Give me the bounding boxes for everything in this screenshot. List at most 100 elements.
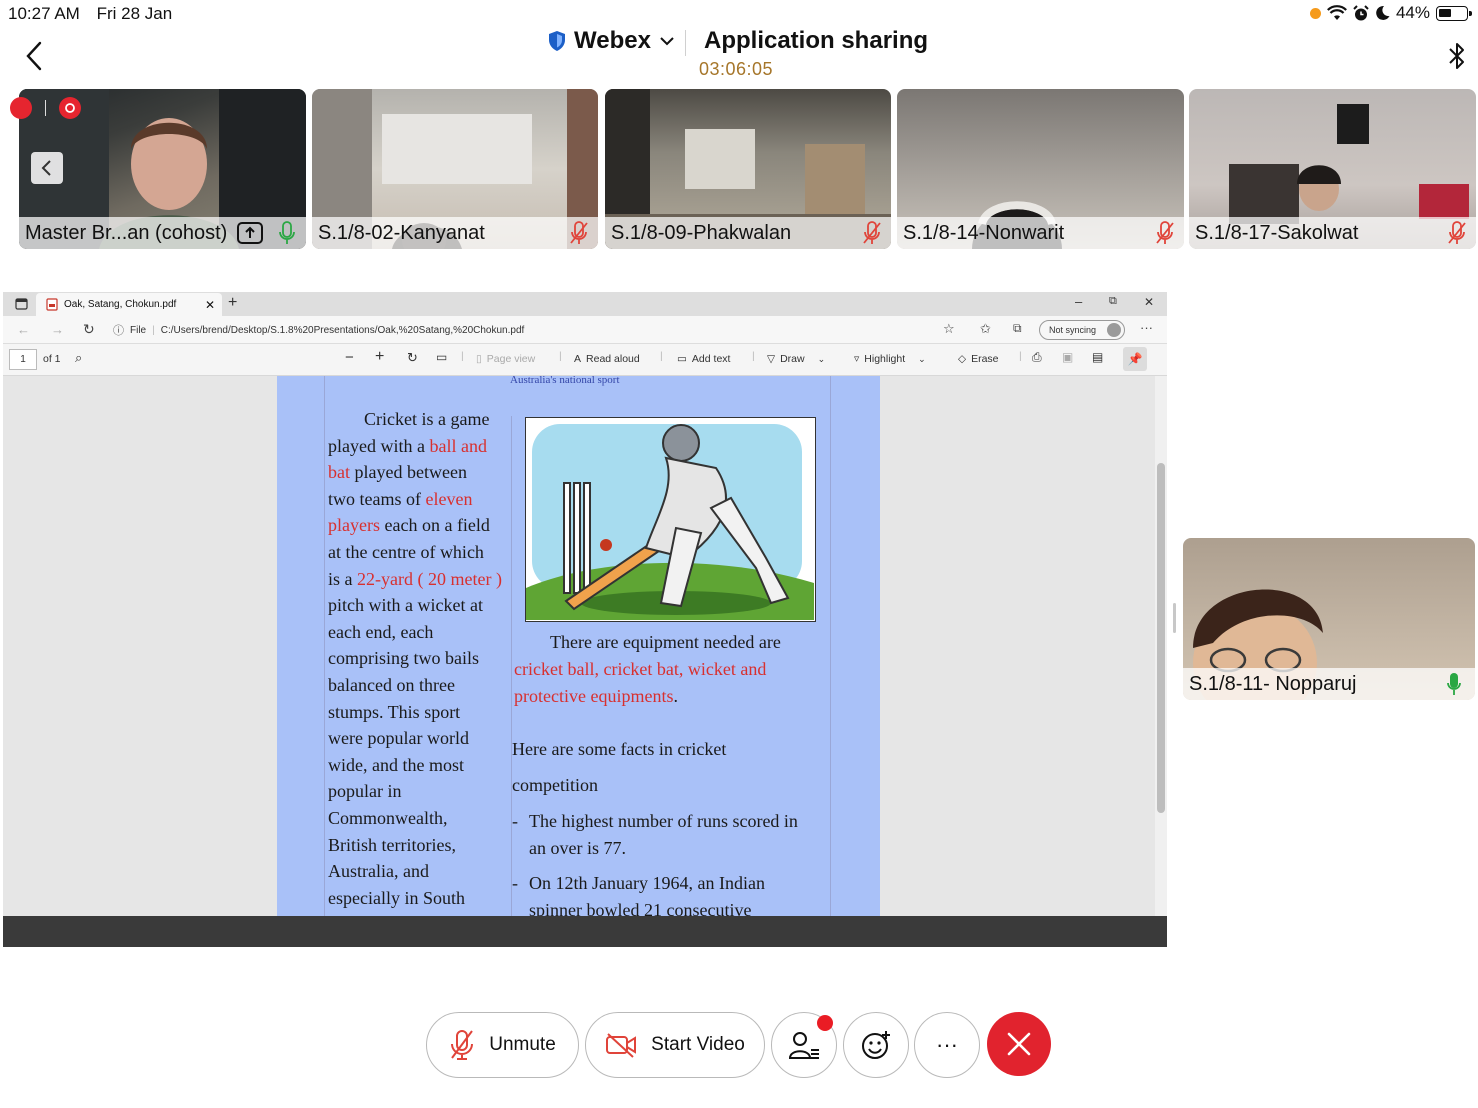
toolbar-divider: | <box>559 350 562 362</box>
indicator-divider <box>45 100 46 116</box>
profile-sync-button[interactable]: Not syncing <box>1039 320 1125 340</box>
body-text: played with a <box>328 435 430 456</box>
new-tab-icon[interactable]: + <box>228 294 237 312</box>
highlighted-term: ball and <box>429 435 487 456</box>
mic-muted-icon <box>451 1030 474 1060</box>
nav-forward-icon[interactable]: → <box>51 322 64 337</box>
equipment-list-line-2: protective equipments. <box>514 686 678 707</box>
zoom-in-icon[interactable]: + <box>375 348 384 366</box>
rotate-icon[interactable]: ↻ <box>407 350 418 366</box>
add-favorite-icon[interactable]: ☆ <box>943 321 955 337</box>
cricketer-image <box>526 424 814 620</box>
url-field[interactable]: ⓘ File | C:/Users/brend/Desktop/S.1.8%20… <box>113 319 963 341</box>
fact-1-line-1: The highest number of runs scored in <box>529 811 798 831</box>
collections-icon[interactable]: ⧉ <box>1013 321 1022 336</box>
taskbar-strip <box>3 916 1167 947</box>
mic-muted-icon <box>1156 221 1174 244</box>
meeting-timer: 03:06:05 <box>699 59 774 79</box>
eraser-icon: ◇ <box>958 353 967 365</box>
tab-close-icon[interactable]: ✕ <box>205 298 215 312</box>
participant-nameplate: S.1/8-02-Kanyanat <box>312 217 598 249</box>
minimize-icon[interactable]: – <box>1075 294 1082 309</box>
fact-1-line-2: an over is 77. <box>529 838 626 858</box>
self-view-drag-handle[interactable] <box>1173 603 1176 633</box>
zoom-out-icon[interactable]: − <box>345 349 354 366</box>
body-text-line: Commonwealth, <box>328 805 508 832</box>
window-close-icon[interactable]: ✕ <box>1144 295 1154 309</box>
info-icon: ⓘ <box>113 325 124 337</box>
body-text-line: Australia, and <box>328 858 508 885</box>
pdf-viewer[interactable]: Australia's national sport Cricket is a … <box>3 376 1167 916</box>
body-text: at the centre of which <box>328 541 484 562</box>
reactions-button[interactable] <box>843 1012 909 1078</box>
more-options-button[interactable]: ··· <box>914 1012 980 1078</box>
recording-indicator-icon[interactable] <box>59 97 81 119</box>
draw-button[interactable]: ▽ Draw ⌄ <box>767 353 825 365</box>
do-not-disturb-moon-icon <box>1376 5 1390 20</box>
tab-pdf[interactable]: Oak, Satang, Chokun.pdf ✕ <box>36 293 222 316</box>
favorites-icon[interactable]: ✩ <box>980 321 991 337</box>
browser-address-bar: ← → ↻ ⓘ File | C:/Users/brend/Desktop/S.… <box>3 316 1167 344</box>
browser-tab-bar: Oak, Satang, Chokun.pdf ✕ + – ⧉ ✕ <box>3 292 1167 316</box>
bluetooth-icon[interactable] <box>1446 40 1468 72</box>
mic-muted-icon <box>570 221 588 244</box>
shared-application-view[interactable]: Oak, Satang, Chokun.pdf ✕ + – ⧉ ✕ ← → ↻ … <box>3 292 1167 947</box>
fit-page-icon[interactable]: ▭ <box>436 350 447 364</box>
participant-tile[interactable]: S.1/8-09-Phakwalan <box>605 89 891 249</box>
refresh-icon[interactable]: ↻ <box>83 321 95 338</box>
erase-button[interactable]: ◇ Erase <box>958 353 999 365</box>
highlight-options-chevron-icon[interactable]: ⌄ <box>918 354 926 365</box>
tab-actions-icon[interactable] <box>15 298 28 310</box>
body-text: stumps. This sport <box>328 701 461 722</box>
read-aloud-button[interactable]: A Read aloud <box>574 353 640 365</box>
draw-label: Draw <box>780 353 805 365</box>
participant-tile[interactable]: S.1/8-14-Nonwarit <box>897 89 1184 249</box>
page-number-input[interactable]: 1 <box>9 349 37 370</box>
back-chevron-icon[interactable] <box>20 38 50 74</box>
highlighted-term: eleven <box>425 488 473 509</box>
page-total: of 1 <box>43 353 61 365</box>
fact-2-line-2: spinner bowled 21 consecutive <box>529 900 752 916</box>
status-time: 10:27 AM <box>8 4 80 23</box>
pdf-scrollbar[interactable] <box>1155 376 1167 916</box>
save-icon[interactable]: ▣ <box>1062 350 1073 364</box>
fact-bullet: - <box>512 811 518 831</box>
webex-brand-dropdown[interactable]: Webex <box>548 27 675 55</box>
start-video-button[interactable]: Start Video <box>585 1012 765 1078</box>
save-as-icon[interactable]: ▤ <box>1092 350 1103 364</box>
alert-indicator-icon[interactable] <box>10 97 32 119</box>
restore-icon[interactable]: ⧉ <box>1109 295 1117 308</box>
nav-back-icon[interactable]: ← <box>17 322 30 337</box>
self-view-tile[interactable]: S.1/8-11- Nopparuj <box>1183 538 1475 700</box>
more-options-ellipsis-icon: ··· <box>936 1032 958 1057</box>
participant-tile[interactable]: S.1/8-17-Sakolwat <box>1189 89 1476 249</box>
body-text-line: wide, and the most <box>328 752 508 779</box>
find-search-icon[interactable]: ⌕ <box>75 350 82 366</box>
close-icon <box>1007 1032 1031 1056</box>
end-meeting-button[interactable] <box>987 1012 1051 1076</box>
facts-heading-line-1: Here are some facts in cricket <box>512 739 727 759</box>
print-icon[interactable]: ⎙ <box>1032 350 1042 365</box>
body-text: played between <box>350 462 467 483</box>
column-rule <box>830 376 831 916</box>
fact-bullet: - <box>512 873 518 893</box>
emoji-add-icon <box>862 1031 890 1059</box>
scrollbar-thumb[interactable] <box>1157 463 1165 813</box>
pin-toolbar-icon[interactable]: 📌 <box>1123 347 1147 371</box>
add-text-button[interactable]: ▭ Add text <box>677 353 730 365</box>
toolbar-divider: | <box>752 350 755 362</box>
browser-menu-icon[interactable]: ··· <box>1140 320 1153 335</box>
body-text: pitch with a wicket at <box>328 595 483 616</box>
highlight-button[interactable]: ▿ Highlight ⌄ <box>854 353 926 365</box>
participant-tile[interactable]: S.1/8-02-Kanyanat <box>312 89 598 249</box>
page-view-button[interactable]: ▯ Page view <box>476 353 535 365</box>
draw-pen-icon: ▽ <box>767 353 776 365</box>
highlighted-term: players <box>328 515 380 536</box>
body-text-line: bat played between <box>328 459 508 486</box>
share-upload-icon <box>237 222 264 244</box>
draw-options-chevron-icon[interactable]: ⌄ <box>818 354 826 365</box>
body-text: each on a field <box>379 515 490 536</box>
wifi-icon <box>1326 5 1347 20</box>
strip-scroll-left-button[interactable] <box>31 152 63 184</box>
unmute-button[interactable]: Unmute <box>426 1012 579 1078</box>
